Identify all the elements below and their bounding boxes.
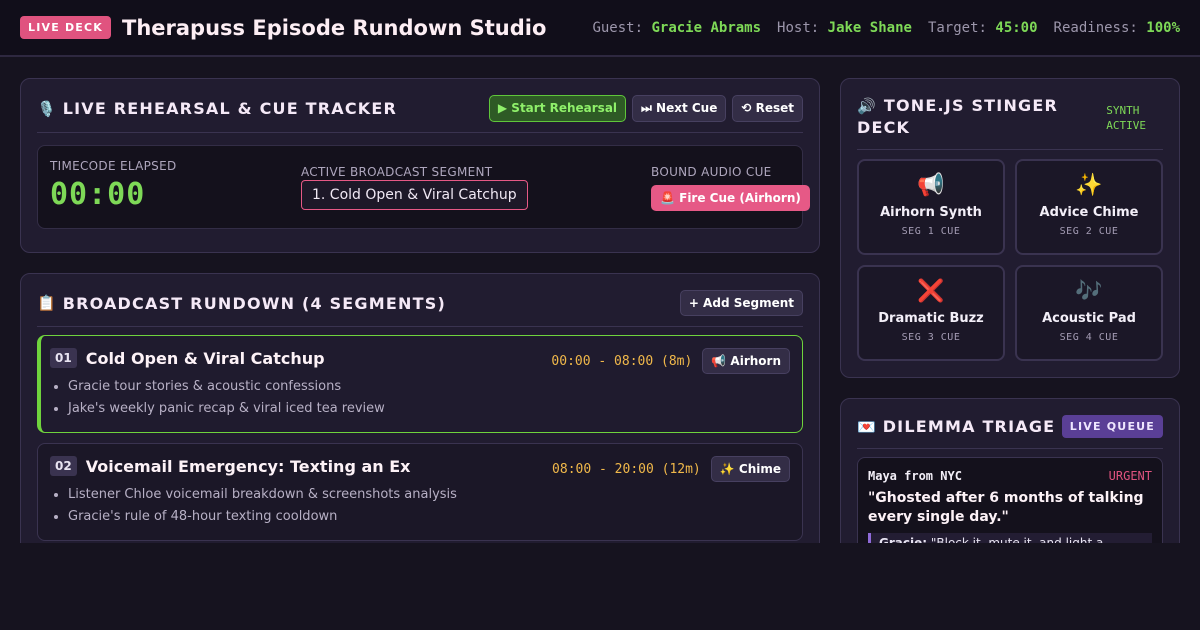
segment-card[interactable]: 01 Cold Open & Viral Catchup 00:00 - 08:…	[37, 335, 803, 433]
segment-time: 08:00 - 20:00 (12m)	[552, 461, 701, 477]
segment-note: Listener Chloe voicemail breakdown & scr…	[68, 484, 457, 506]
stinger-name: Advice Chime	[1039, 205, 1139, 220]
segment-title: Voicemail Emergency: Texting an Ex	[85, 456, 411, 476]
segment-meta: 08:00 - 20:00 (12m) ✨ Chime	[552, 456, 790, 482]
audio-cue-block: BOUND AUDIO CUE 🚨 Fire Cue (Airhorn)	[651, 165, 810, 211]
caller-name: Maya from NYC	[868, 469, 962, 483]
synth-status: SYNTH ACTIVE	[1106, 103, 1146, 133]
rehearsal-controls: ▶ Start Rehearsal ⏭ Next Cue ⟲ Reset	[488, 95, 803, 122]
dilemma-quote: "Ghosted after 6 months of talking every…	[868, 490, 1144, 525]
music-notes-icon: 🎶	[1075, 279, 1103, 304]
stinger-cue-label: SEG 4 CUE	[1059, 332, 1119, 343]
synth-status-line2: ACTIVE	[1106, 119, 1146, 132]
segment-heading: 02 Voicemail Emergency: Texting an Ex	[50, 456, 410, 476]
segment-number: 02	[50, 456, 77, 476]
stinger-pad[interactable]: ❌ Dramatic Buzz SEG 3 CUE	[857, 265, 1005, 361]
segment-heading: 01 Cold Open & Viral Catchup	[50, 348, 325, 368]
target-meta: Target: 45:00	[928, 20, 1038, 36]
stinger-cue-label: SEG 2 CUE	[1059, 226, 1119, 237]
stinger-deck-title-line2: DECK	[857, 118, 911, 137]
active-segment-label: ACTIVE BROADCAST SEGMENT	[301, 165, 493, 179]
stinger-name: Dramatic Buzz	[878, 311, 984, 326]
megaphone-icon: 📢	[917, 173, 945, 198]
host-label: Host:	[777, 19, 820, 36]
host-value: Jake Shane	[827, 19, 912, 36]
reset-button[interactable]: ⟲ Reset	[732, 95, 803, 122]
dilemma-triage-panel: 💌 DILEMMA TRIAGE LIVE QUEUE Maya from NY…	[840, 398, 1180, 563]
cue-status-box: TIMECODE ELAPSED 00:00 ACTIVE BROADCAST …	[37, 145, 810, 229]
empty-viewport-area	[0, 543, 1200, 630]
app-title: Therapuss Episode Rundown Studio	[122, 15, 547, 40]
love-letter-icon: 💌	[857, 417, 876, 436]
segment-note: Gracie's rule of 48-hour texting cooldow…	[68, 506, 457, 528]
segment-notes: Gracie tour stories & acoustic confessio…	[50, 376, 385, 419]
timecode-block: TIMECODE ELAPSED 00:00	[50, 159, 177, 212]
next-cue-button[interactable]: ⏭ Next Cue	[632, 95, 727, 122]
stinger-cue-label: SEG 1 CUE	[901, 226, 961, 237]
cue-tracker-panel: 🎙️ LIVE REHEARSAL & CUE TRACKER ▶ Start …	[20, 78, 820, 253]
cue-tracker-title: LIVE REHEARSAL & CUE TRACKER	[62, 99, 398, 118]
segment-note: Jake's weekly panic recap & viral iced t…	[68, 398, 385, 420]
add-segment-button[interactable]: + Add Segment	[679, 290, 803, 316]
cue-tracker-header: 🎙️ LIVE REHEARSAL & CUE TRACKER ▶ Start …	[37, 79, 803, 133]
cross-icon: ❌	[917, 279, 945, 304]
active-segment-select[interactable]: 1. Cold Open & Viral Catchup	[301, 180, 528, 210]
readiness-label: Readiness:	[1053, 19, 1138, 36]
clipboard-icon: 📋	[37, 294, 56, 312]
episode-meta: Guest: Gracie Abrams Host: Jake Shane Ta…	[592, 20, 1180, 36]
fire-cue-button[interactable]: 🚨 Fire Cue (Airhorn)	[651, 185, 810, 211]
host-meta: Host: Jake Shane	[777, 20, 912, 36]
stinger-pad[interactable]: ✨ Advice Chime SEG 2 CUE	[1015, 159, 1163, 255]
dilemma-card-header: Maya from NYC URGENT	[858, 458, 1162, 483]
guest-value: Gracie Abrams	[651, 19, 762, 36]
start-rehearsal-button[interactable]: ▶ Start Rehearsal	[488, 95, 627, 122]
segment-cue-button[interactable]: 📢 Airhorn	[702, 348, 790, 374]
stinger-deck-header: 🔊 TONE.JS STINGER DECK SYNTH ACTIVE	[857, 79, 1163, 150]
stinger-deck-title-line1: TONE.JS STINGER	[883, 96, 1059, 115]
priority-label: URGENT	[1108, 469, 1152, 483]
stinger-pad[interactable]: 📢 Airhorn Synth SEG 1 CUE	[857, 159, 1005, 255]
stinger-name: Acoustic Pad	[1042, 311, 1136, 326]
guest-meta: Guest: Gracie Abrams	[592, 20, 761, 36]
audio-cue-label: BOUND AUDIO CUE	[651, 165, 772, 179]
stinger-deck-panel: 🔊 TONE.JS STINGER DECK SYNTH ACTIVE 📢 Air…	[840, 78, 1180, 378]
sparkles-icon: ✨	[1075, 173, 1103, 198]
dilemma-triage-title: DILEMMA TRIAGE	[882, 417, 1056, 436]
rundown-header: 📋 BROADCAST RUNDOWN (4 SEGMENTS) + Add S…	[37, 274, 803, 327]
segment-note: Gracie tour stories & acoustic confessio…	[68, 376, 385, 398]
stinger-name: Airhorn Synth	[880, 205, 982, 220]
target-label: Target:	[927, 19, 987, 36]
segment-title: Cold Open & Viral Catchup	[85, 348, 325, 368]
segment-notes: Listener Chloe voicemail breakdown & scr…	[50, 484, 457, 527]
readiness-meta: Readiness: 100%	[1054, 20, 1180, 36]
stinger-deck-title: 🔊 TONE.JS STINGER DECK	[857, 95, 1058, 138]
microphone-icon: 🎙️	[37, 99, 56, 118]
target-value: 45:00	[995, 19, 1038, 36]
readiness-value: 100%	[1146, 19, 1180, 36]
live-queue-badge: LIVE QUEUE	[1061, 415, 1163, 438]
timecode-display: 00:00	[50, 177, 146, 212]
segment-number: 01	[50, 348, 77, 368]
rundown-title: BROADCAST RUNDOWN (4 SEGMENTS)	[62, 293, 446, 313]
synth-status-line1: SYNTH	[1106, 104, 1140, 117]
segment-time: 00:00 - 08:00 (8m)	[551, 353, 693, 369]
rundown-panel: 📋 BROADCAST RUNDOWN (4 SEGMENTS) + Add S…	[20, 273, 820, 563]
stinger-cue-label: SEG 3 CUE	[901, 332, 961, 343]
segment-card[interactable]: 02 Voicemail Emergency: Texting an Ex 08…	[37, 443, 803, 541]
top-bar: LIVE DECK Therapuss Episode Rundown Stud…	[0, 0, 1200, 57]
dilemma-triage-header: 💌 DILEMMA TRIAGE LIVE QUEUE	[857, 399, 1163, 449]
segment-meta: 00:00 - 08:00 (8m) 📢 Airhorn	[551, 348, 790, 374]
speaker-icon: 🔊	[857, 97, 877, 115]
active-segment-block: ACTIVE BROADCAST SEGMENT 1. Cold Open & …	[301, 165, 528, 210]
segment-cue-button[interactable]: ✨ Chime	[710, 456, 790, 482]
stinger-pad[interactable]: 🎶 Acoustic Pad SEG 4 CUE	[1015, 265, 1163, 361]
guest-label: Guest:	[592, 19, 644, 36]
live-deck-badge: LIVE DECK	[20, 16, 112, 39]
timecode-label: TIMECODE ELAPSED	[50, 159, 177, 173]
